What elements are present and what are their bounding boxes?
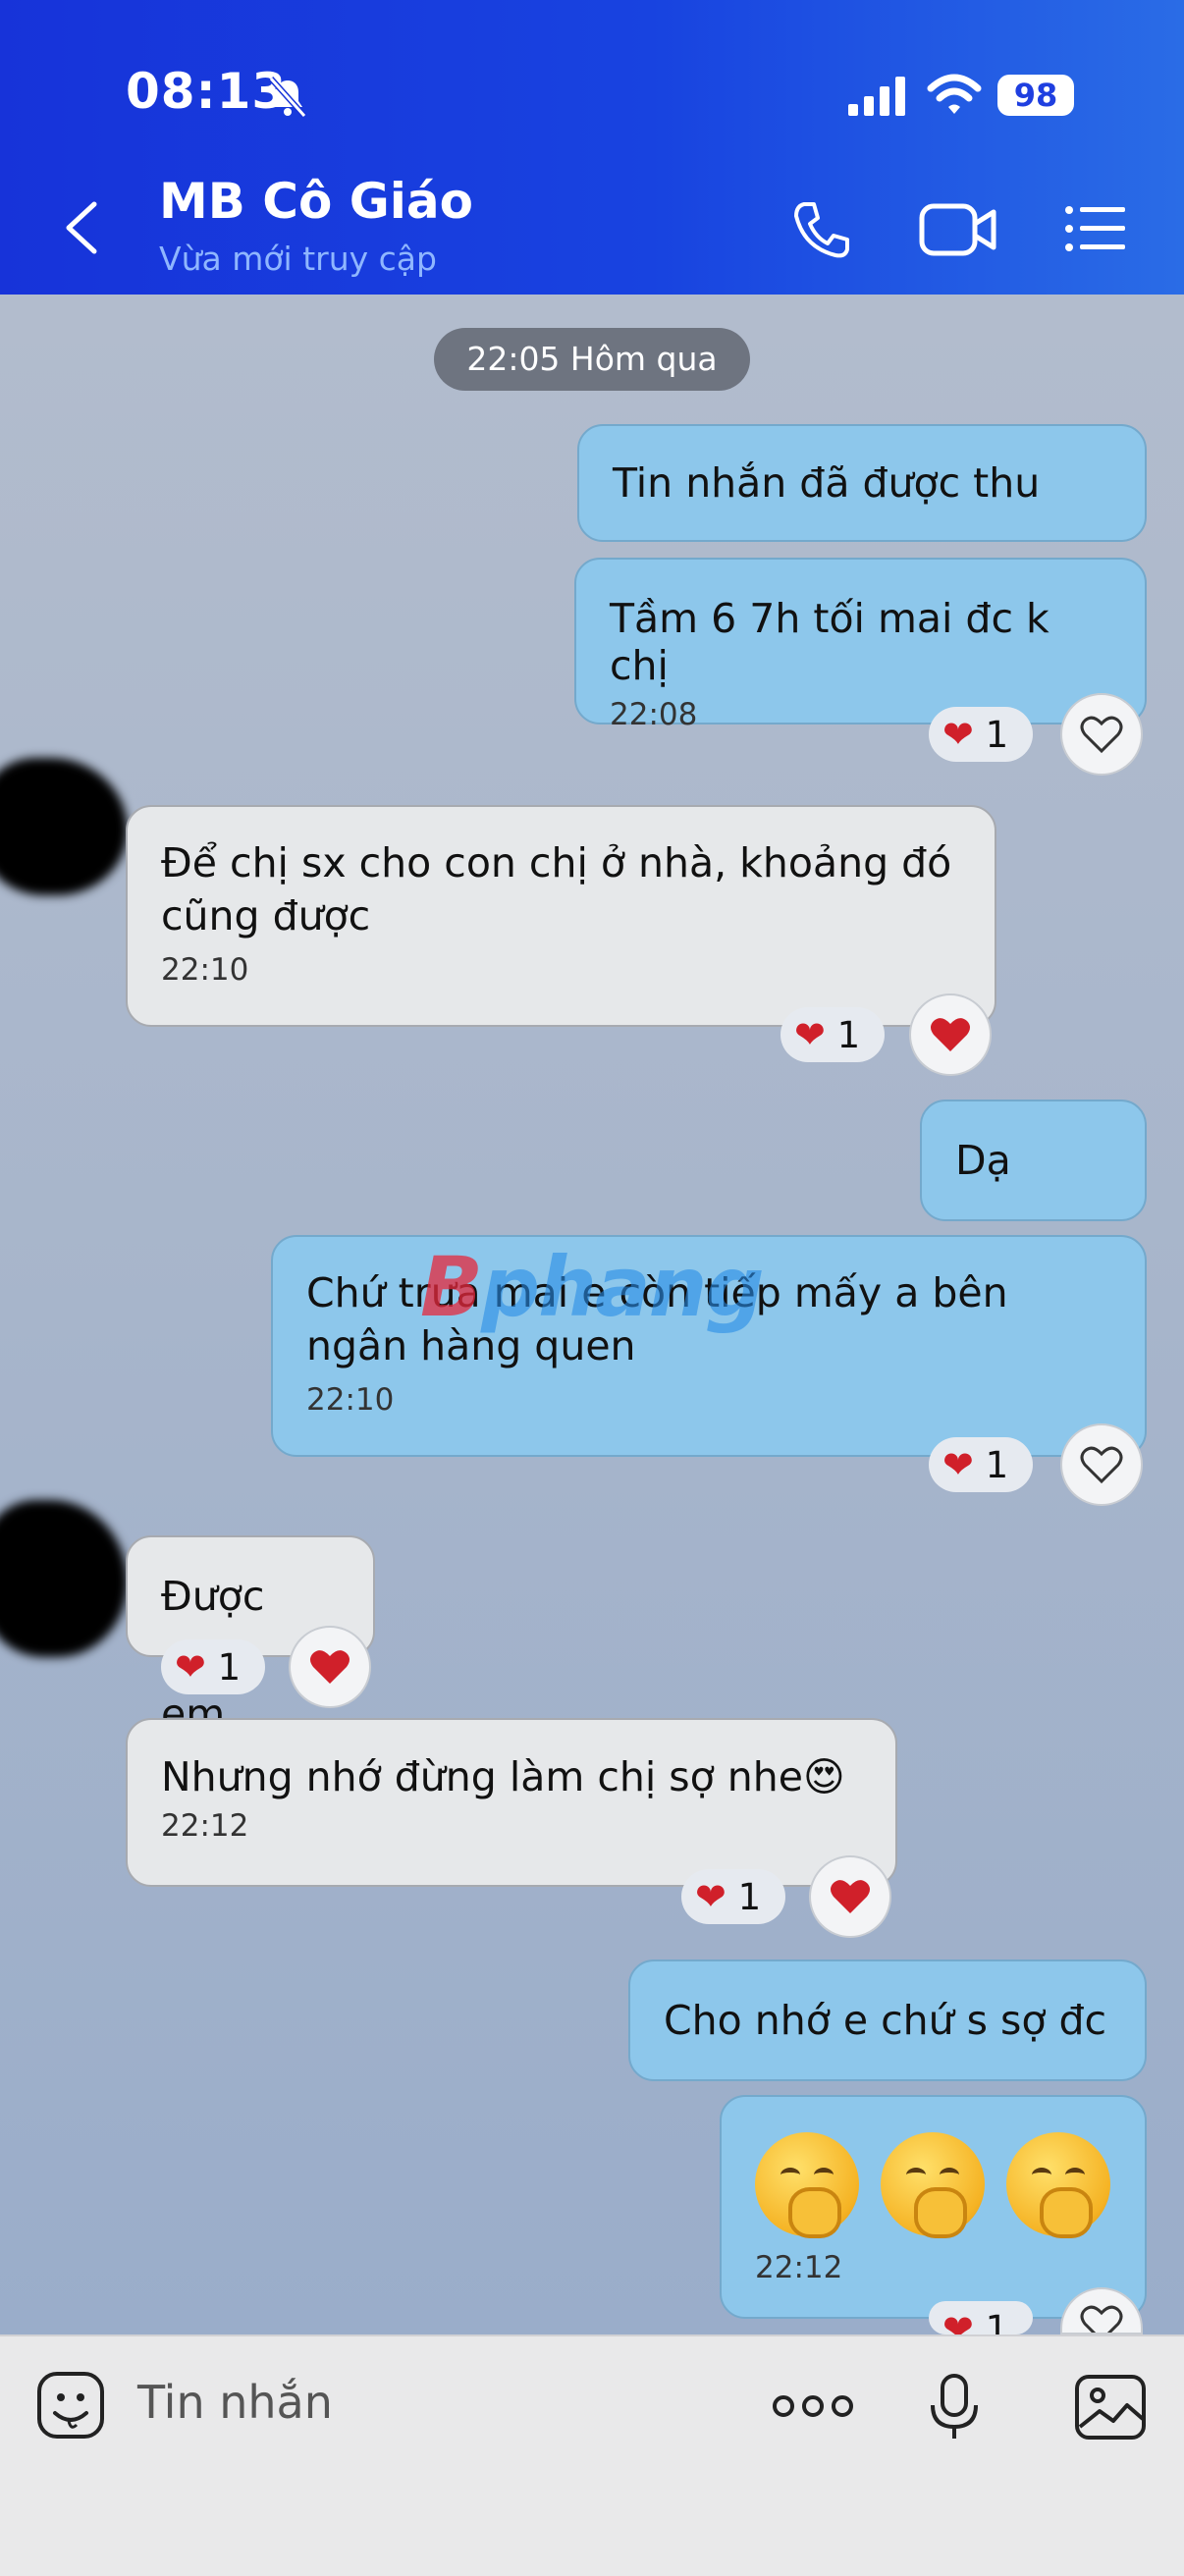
message-time: 22:10 — [161, 952, 249, 988]
reaction-count[interactable]: ❤ 1 — [929, 1437, 1033, 1492]
contact-status: Vừa mới truy cập — [159, 240, 437, 278]
back-arrow-icon[interactable] — [59, 198, 108, 257]
heart-filled-icon — [931, 1018, 970, 1051]
message-bubble[interactable]: Nhưng nhớ đừng làm chị sợ nhe😍 22:12 — [126, 1718, 897, 1887]
heart-outline-icon — [1080, 2305, 1123, 2333]
emoji-message-bubble[interactable]: 22:12 — [720, 2095, 1147, 2319]
message-input[interactable]: Tin nhắn — [137, 2376, 333, 2429]
reaction-count-value: 1 — [737, 1876, 762, 1918]
react-button[interactable] — [289, 1626, 371, 1708]
message-text: Tầm 6 7h tối mai đc k chị — [610, 595, 1049, 689]
message-composer: Tin nhắn — [0, 2334, 1184, 2576]
message-time: 22:08 — [610, 697, 698, 732]
reaction-count-value: 1 — [985, 2308, 1009, 2334]
hand-over-mouth-emoji — [1006, 2132, 1110, 2238]
heart-outline-icon — [1080, 1446, 1123, 1484]
battery-indicator: 98 — [997, 75, 1074, 116]
hand-over-mouth-emoji — [755, 2132, 859, 2238]
message-time: 22:10 — [306, 1382, 395, 1418]
react-button[interactable] — [909, 993, 992, 1076]
message-bubble[interactable]: Dạ — [920, 1100, 1147, 1221]
reaction-count[interactable]: ❤ 1 — [929, 2301, 1033, 2334]
message-text: Để chị sx cho con chị ở nhà, khoảng đó c… — [161, 839, 952, 939]
signal-icon — [848, 77, 905, 116]
reaction-count-value: 1 — [217, 1646, 242, 1689]
list-menu-icon[interactable] — [1064, 204, 1125, 253]
sticker-icon[interactable] — [35, 2370, 106, 2441]
heart-icon: ❤ — [794, 1013, 826, 1056]
heart-outline-icon — [1080, 716, 1123, 754]
heart-icon: ❤ — [942, 1443, 974, 1486]
heart-icon: ❤ — [175, 1645, 206, 1689]
chat-header: 08:13 98 MB Cô Giáo Vừa mới truy cập — [0, 0, 1184, 295]
date-divider: 22:05 Hôm qua — [434, 328, 750, 391]
reaction-count-value: 1 — [836, 1014, 861, 1056]
contact-name[interactable]: MB Cô Giáo — [159, 173, 473, 230]
bell-slash-icon — [268, 76, 307, 119]
reaction-count[interactable]: ❤ 1 — [780, 1007, 885, 1062]
reaction-count[interactable]: ❤ 1 — [161, 1639, 265, 1694]
message-text: Dạ — [955, 1137, 1011, 1184]
status-time: 08:13 — [126, 63, 288, 120]
heart-filled-icon — [310, 1650, 350, 1684]
react-button[interactable] — [1060, 1423, 1143, 1506]
video-call-icon[interactable] — [919, 200, 997, 259]
watermark: Bphang — [420, 1239, 765, 1335]
message-time: 22:12 — [161, 1808, 249, 1844]
message-bubble[interactable]: Tin nhắn đã được thu hồi — [577, 424, 1147, 620]
message-time: 22:12 — [755, 2250, 843, 2285]
message-text: Cho nhớ e chứ s sợ đc — [664, 1997, 1107, 2044]
react-button[interactable] — [1060, 693, 1143, 776]
message-text: Nhưng nhớ đừng làm chị sợ nhe😍 — [161, 1753, 845, 1800]
message-bubble[interactable]: Để chị sx cho con chị ở nhà, khoảng đó c… — [126, 805, 996, 1027]
phone-icon[interactable] — [790, 198, 853, 261]
microphone-icon[interactable] — [927, 2372, 982, 2442]
hand-over-mouth-emoji — [881, 2132, 985, 2238]
emoji-row — [755, 2132, 1111, 2238]
wifi-icon — [927, 74, 982, 114]
more-dots-icon[interactable] — [772, 2389, 854, 2423]
image-icon[interactable] — [1074, 2374, 1147, 2441]
message-bubble[interactable]: Tầm 6 7h tối mai đc k chị 22:08 — [574, 558, 1147, 732]
reaction-count-value: 1 — [985, 714, 1009, 756]
message-bubble[interactable]: Cho nhớ e chứ s sợ đc — [628, 1959, 1147, 2081]
reaction-count-value: 1 — [985, 1444, 1009, 1486]
heart-icon: ❤ — [942, 2307, 974, 2334]
heart-icon: ❤ — [695, 1875, 727, 1918]
heart-icon: ❤ — [942, 713, 974, 756]
react-button[interactable] — [809, 1855, 891, 1938]
reaction-count[interactable]: ❤ 1 — [681, 1869, 785, 1924]
reaction-count[interactable]: ❤ 1 — [929, 707, 1033, 762]
heart-filled-icon — [831, 1880, 870, 1913]
